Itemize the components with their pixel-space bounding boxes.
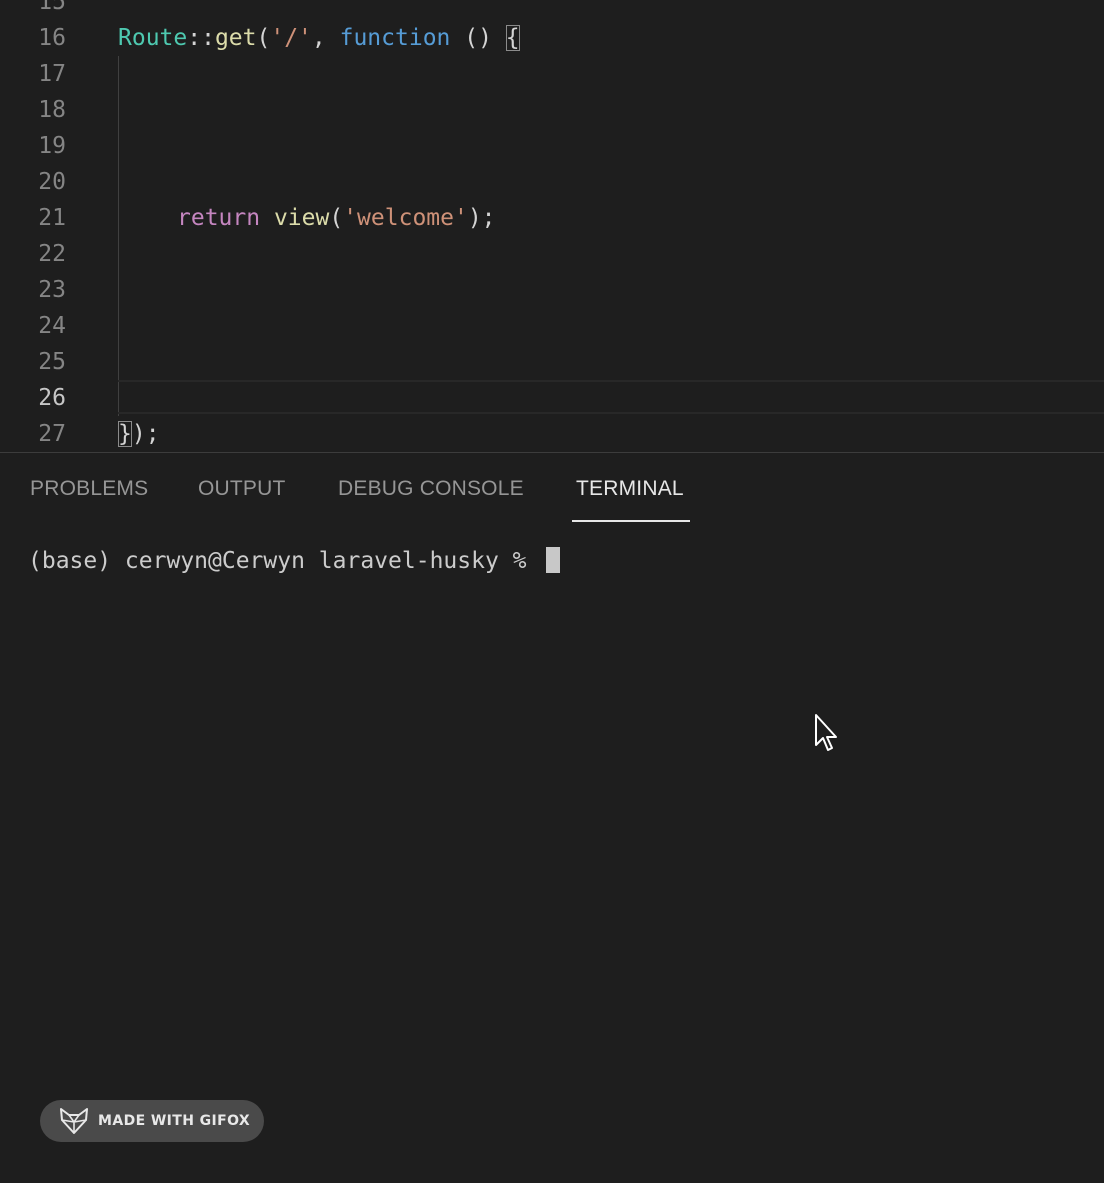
- line-number: 16: [38, 25, 66, 51]
- token-punctuation: ,: [311, 25, 340, 51]
- matched-bracket: {: [505, 25, 520, 51]
- editor-line[interactable]: 15: [0, 0, 1104, 20]
- token-string: 'welcome': [343, 205, 468, 231]
- token-string: '/': [270, 25, 312, 51]
- editor-line[interactable]: 17: [0, 56, 1104, 92]
- editor-line[interactable]: 18: [0, 92, 1104, 128]
- mouse-pointer-icon: [815, 714, 837, 751]
- editor-line[interactable]: 19: [0, 128, 1104, 164]
- watermark-text: MADE WITH GIFOX: [98, 1113, 251, 1129]
- code-text[interactable]: });: [118, 421, 160, 447]
- token-keyword: function: [339, 25, 451, 51]
- line-number: 18: [38, 97, 66, 123]
- editor-line[interactable]: 25: [0, 344, 1104, 380]
- terminal-output[interactable]: (base) cerwyn@Cerwyn laravel-husky %: [28, 547, 561, 574]
- line-number: 15: [38, 0, 66, 15]
- gifox-watermark: MADE WITH GIFOX: [40, 1100, 264, 1142]
- line-number: 26: [38, 385, 66, 411]
- line-number: 21: [38, 205, 66, 231]
- line-number: 22: [38, 241, 66, 267]
- bottom-panel: PROBLEMS OUTPUT DEBUG CONSOLE TERMINAL (…: [0, 452, 1104, 1183]
- terminal-cursor: [546, 547, 561, 573]
- fox-logo-icon: [60, 1108, 88, 1134]
- token-punctuation: (: [329, 205, 344, 231]
- code-editor[interactable]: 15 16 Route::get('/', function () { 17 1…: [0, 0, 1104, 452]
- editor-line[interactable]: 22: [0, 236, 1104, 272]
- token-class: Route: [118, 25, 188, 51]
- token-punctuation: (): [450, 25, 506, 51]
- token-keyword: return: [177, 205, 261, 231]
- terminal-prompt: (base) cerwyn@Cerwyn laravel-husky %: [28, 548, 541, 574]
- editor-line[interactable]: 24: [0, 308, 1104, 344]
- line-number: 24: [38, 313, 66, 339]
- line-number: 23: [38, 277, 66, 303]
- editor-line[interactable]: 27 });: [0, 416, 1104, 452]
- code-text[interactable]: Route::get('/', function () {: [118, 25, 520, 51]
- line-number: 27: [38, 421, 66, 447]
- tab-output[interactable]: OUTPUT: [198, 477, 286, 501]
- editor-line[interactable]: 16 Route::get('/', function () {: [0, 20, 1104, 56]
- code-text[interactable]: return view('welcome');: [177, 205, 496, 231]
- line-number: 19: [38, 133, 66, 159]
- active-tab-indicator: [572, 520, 690, 522]
- token-operator: ::: [187, 25, 215, 51]
- panel-tabs: PROBLEMS OUTPUT DEBUG CONSOLE TERMINAL: [0, 453, 1104, 523]
- token-punctuation: );: [131, 421, 160, 447]
- tab-debug-console[interactable]: DEBUG CONSOLE: [338, 477, 524, 501]
- editor-line-active[interactable]: 26: [0, 380, 1104, 416]
- tab-terminal[interactable]: TERMINAL: [576, 477, 684, 501]
- token-punctuation: (: [256, 25, 271, 51]
- tab-problems[interactable]: PROBLEMS: [30, 477, 148, 501]
- token-punctuation: );: [467, 205, 496, 231]
- token-function: view: [273, 205, 330, 231]
- editor-line[interactable]: 20: [0, 164, 1104, 200]
- line-number: 17: [38, 61, 66, 87]
- line-number: 20: [38, 169, 66, 195]
- editor-line[interactable]: 23: [0, 272, 1104, 308]
- token-function: get: [214, 25, 257, 51]
- matched-bracket: }: [118, 421, 132, 447]
- editor-line[interactable]: 21 return view('welcome');: [0, 200, 1104, 236]
- line-number: 25: [38, 349, 66, 375]
